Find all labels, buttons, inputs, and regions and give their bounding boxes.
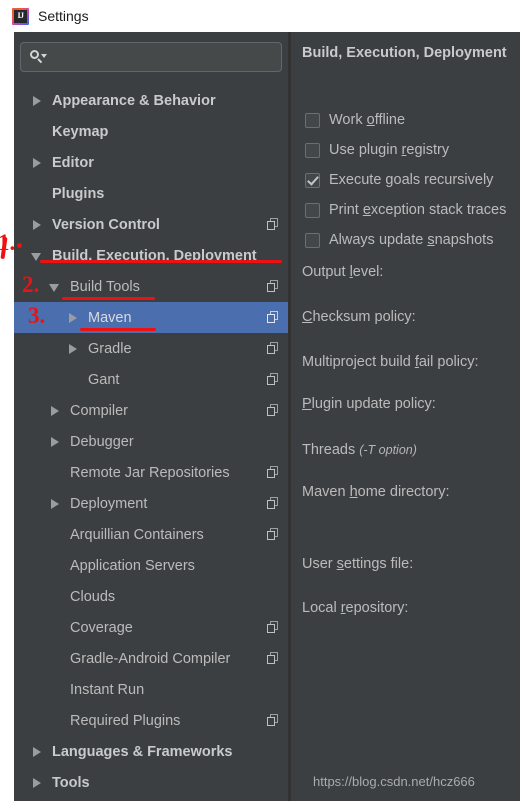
annotation-number-3: 3. (28, 303, 46, 328)
settings-window: IJ Settings Appearance & Behavior Keymap E… (0, 0, 520, 801)
annotation-underline-2 (62, 297, 155, 300)
annotation-underline-1 (40, 260, 282, 263)
annotation-overlay: 1.2.3. (0, 0, 520, 801)
annotation-number-2: 2. (22, 272, 40, 297)
annotation-dot-1 (17, 243, 22, 248)
annotation-stroke-edge (0, 236, 8, 260)
annotation-underline-3 (80, 328, 156, 331)
